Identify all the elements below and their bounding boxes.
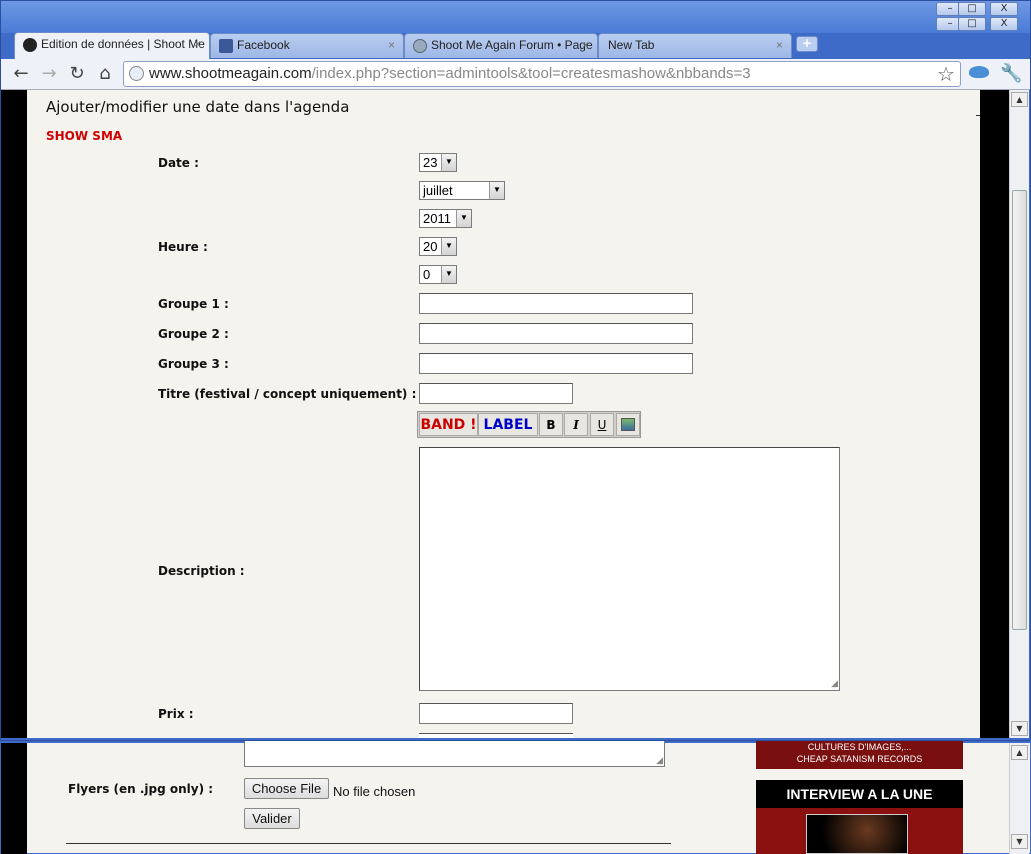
chevron-down-icon: ▼ [441, 238, 456, 255]
close-tab-icon[interactable]: × [194, 37, 201, 51]
image-icon [621, 418, 635, 431]
promo-line2: CHEAP SATANISM RECORDS [796, 754, 923, 764]
band-button[interactable]: BAND ! [419, 413, 478, 436]
hour-label: Heure : [158, 240, 208, 254]
page-title: Ajouter/modifier une date dans l'agenda [46, 98, 350, 116]
day-select[interactable]: 23 ▼ [419, 153, 457, 172]
date-label: Date : [158, 156, 199, 170]
bg-left-border [1, 743, 27, 854]
tab-edition[interactable]: Edition de données | Shoot Me × [14, 32, 210, 59]
underline-button[interactable]: U [590, 413, 614, 436]
group3-label: Groupe 3 : [158, 357, 229, 371]
resize-grip-icon[interactable]: ◢ [831, 679, 838, 689]
promo-banner[interactable]: CULTURES D'IMAGES,... CHEAP SATANISM REC… [756, 741, 963, 769]
group2-input[interactable] [419, 323, 693, 344]
title-input[interactable] [419, 383, 573, 404]
minute-select[interactable]: 0 ▼ [419, 265, 457, 284]
editor-toolbar: BAND ! LABEL B I U [417, 411, 641, 438]
choose-file-button[interactable]: Choose File [244, 778, 329, 799]
wrench-icon[interactable]: 🔧 [1000, 63, 1022, 84]
page-globe-icon [129, 66, 144, 81]
tab-facebook[interactable]: Facebook × [210, 33, 404, 58]
description-label: Description : [158, 564, 245, 578]
inner-restore-button[interactable]: □ [958, 17, 986, 31]
close-tab-icon[interactable]: × [582, 38, 589, 52]
home-icon[interactable]: ⌂ [95, 64, 115, 84]
globe-icon [413, 39, 427, 53]
facebook-icon [219, 39, 233, 53]
chevron-down-icon: ▼ [456, 210, 471, 227]
interview-heading: INTERVIEW A LA UNE [756, 780, 963, 808]
interview-box[interactable]: INTERVIEW A LA UNE [756, 780, 963, 854]
inner-close-button[interactable]: X [990, 17, 1018, 31]
divider [66, 843, 671, 844]
no-file-text: No file chosen [333, 784, 416, 799]
address-bar[interactable]: www.shootmeagain.com/index.php?section=a… [123, 61, 961, 87]
resize-grip-icon[interactable]: ◢ [656, 756, 663, 766]
tab-forum[interactable]: Shoot Me Again Forum • Page × [404, 33, 598, 58]
year-select[interactable]: 2011 ▼ [419, 209, 472, 228]
tab-label: Facebook [237, 38, 290, 52]
tab-new[interactable]: New Tab × [598, 33, 792, 58]
bold-button[interactable]: B [539, 413, 563, 436]
back-icon[interactable]: ← [11, 64, 31, 84]
month-select[interactable]: juillet ▼ [419, 181, 505, 200]
group1-input[interactable] [419, 293, 693, 314]
submit-button[interactable]: Valider [244, 808, 300, 829]
maximize-button[interactable]: □ [958, 2, 986, 16]
chevron-down-icon: ▼ [441, 154, 456, 171]
site-favicon-icon [23, 38, 37, 52]
title-rule [976, 115, 980, 116]
description-textarea[interactable]: ◢ [419, 447, 840, 691]
close-window-button[interactable]: X [990, 2, 1018, 16]
close-tab-icon[interactable]: × [776, 38, 783, 52]
promo-line1: CULTURES D'IMAGES,... [807, 742, 912, 752]
page-left-border [1, 90, 27, 738]
group1-label: Groupe 1 : [158, 297, 229, 311]
next-input-partial[interactable] [419, 733, 573, 738]
bg-scroll-down-icon[interactable]: ▼ [1011, 834, 1028, 849]
reload-icon[interactable]: ↻ [67, 64, 87, 84]
section-subtitle: SHOW SMA [46, 129, 123, 143]
bookmark-star-icon[interactable]: ☆ [937, 62, 955, 86]
price-label: Prix : [158, 707, 194, 721]
extension-bird-icon[interactable] [969, 66, 989, 78]
hour-select[interactable]: 20 ▼ [419, 237, 457, 256]
group3-input[interactable] [419, 353, 693, 374]
bg-scroll-up-icon[interactable]: ▲ [1011, 745, 1028, 760]
image-button[interactable] [616, 413, 640, 436]
tab-label: New Tab [608, 38, 655, 52]
price-input[interactable] [419, 703, 573, 724]
italic-button[interactable]: I [564, 413, 588, 436]
scroll-up-icon[interactable]: ▲ [1011, 92, 1028, 107]
scrollbar-thumb[interactable] [1012, 190, 1027, 630]
chevron-down-icon: ▼ [489, 182, 504, 199]
flyers-label: Flyers (en .jpg only) : [68, 782, 214, 796]
new-tab-button[interactable]: + [796, 36, 818, 52]
url-path: /index.php?section=admintools&tool=creat… [311, 65, 751, 82]
title-field-label: Titre (festival / concept uniquement) : [158, 387, 417, 401]
forward-icon[interactable]: → [39, 64, 59, 84]
chevron-down-icon: ▼ [441, 266, 456, 283]
title-bar [1, 1, 1030, 33]
url-host: www.shootmeagain.com [149, 65, 312, 82]
bg-textarea[interactable]: ◢ [244, 741, 665, 767]
interview-photo[interactable] [806, 814, 908, 854]
tab-label: Edition de données | Shoot Me [41, 37, 205, 51]
vertical-scrollbar[interactable] [1009, 90, 1029, 738]
page-right-border [980, 90, 1009, 738]
scroll-down-icon[interactable]: ▼ [1011, 721, 1028, 736]
group2-label: Groupe 2 : [158, 327, 229, 341]
label-button[interactable]: LABEL [478, 413, 538, 436]
tab-label: Shoot Me Again Forum • Page [431, 38, 593, 52]
close-tab-icon[interactable]: × [388, 38, 395, 52]
